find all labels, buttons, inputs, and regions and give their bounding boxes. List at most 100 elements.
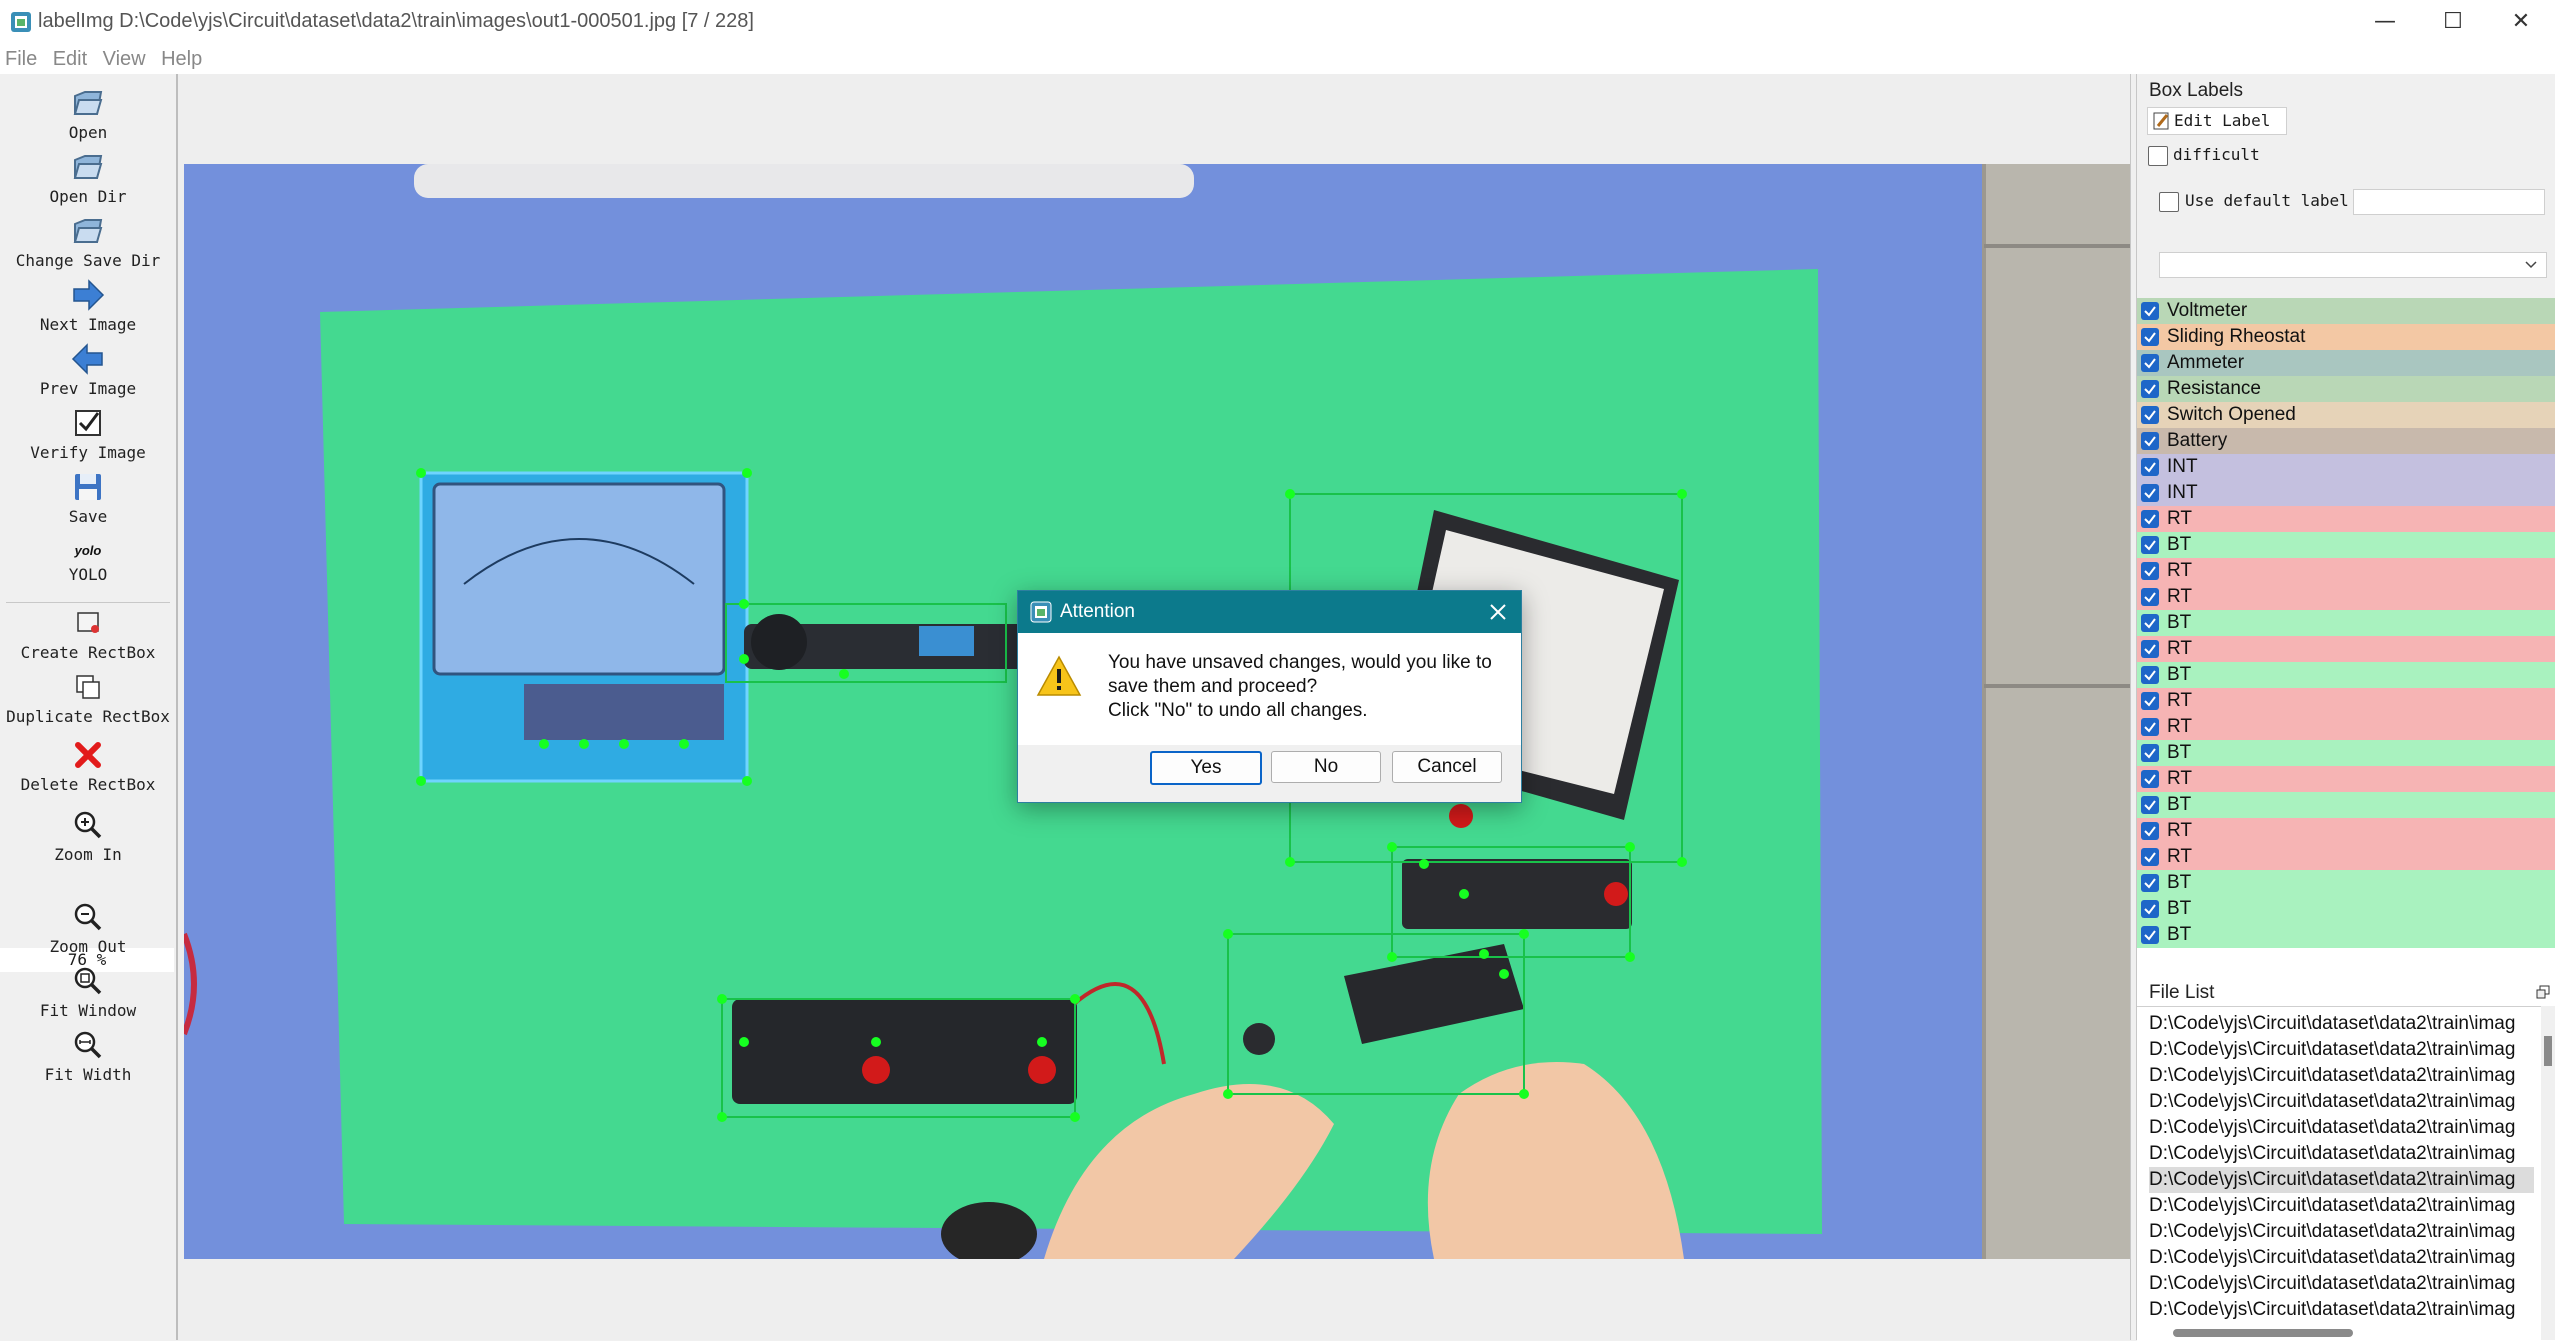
label-list-item[interactable]: BT: [2137, 792, 2555, 818]
zoom-out-button[interactable]: Zoom Out: [0, 900, 176, 956]
fit-width-button[interactable]: Fit Width: [0, 1028, 176, 1084]
cancel-button[interactable]: Cancel: [1392, 751, 1502, 783]
label-list-item[interactable]: RT: [2137, 688, 2555, 714]
duplicate-rectbox-button[interactable]: Duplicate RectBox: [0, 670, 176, 726]
difficult-checkbox[interactable]: [2148, 146, 2168, 166]
difficult-label: difficult: [2173, 145, 2260, 164]
zoom-in-button[interactable]: Zoom In: [0, 808, 176, 864]
file-list-item[interactable]: D:\Code\yjs\Circuit\dataset\data2\train\…: [2149, 1115, 2534, 1141]
checked-checkbox-icon[interactable]: [2141, 484, 2159, 502]
fit-window-button[interactable]: Fit Window: [0, 964, 176, 1020]
checked-checkbox-icon[interactable]: [2141, 822, 2159, 840]
label-list-item[interactable]: Resistance: [2137, 376, 2555, 402]
label-list-item[interactable]: BT: [2137, 922, 2555, 948]
label-list-item[interactable]: Battery: [2137, 428, 2555, 454]
label-list-item[interactable]: BT: [2137, 740, 2555, 766]
checked-checkbox-icon[interactable]: [2141, 510, 2159, 528]
open-dir-button[interactable]: Open Dir: [0, 150, 176, 206]
file-list-item[interactable]: D:\Code\yjs\Circuit\dataset\data2\train\…: [2149, 1193, 2534, 1219]
change-save-dir-button[interactable]: Change Save Dir: [0, 214, 176, 270]
undock-icon[interactable]: [2536, 985, 2550, 999]
checked-checkbox-icon[interactable]: [2141, 328, 2159, 346]
label-list-item[interactable]: Switch Opened: [2137, 402, 2555, 428]
label-list-item[interactable]: Sliding Rheostat: [2137, 324, 2555, 350]
label-list-item[interactable]: Ammeter: [2137, 350, 2555, 376]
checked-checkbox-icon[interactable]: [2141, 406, 2159, 424]
label-list-item[interactable]: Voltmeter: [2137, 298, 2555, 324]
file-list-item[interactable]: D:\Code\yjs\Circuit\dataset\data2\train\…: [2149, 1037, 2534, 1063]
verify-image-button[interactable]: Verify Image: [0, 406, 176, 462]
file-list-item[interactable]: D:\Code\yjs\Circuit\dataset\data2\train\…: [2149, 1089, 2534, 1115]
label-list-item[interactable]: RT: [2137, 584, 2555, 610]
horizontal-scrollbar-thumb[interactable]: [2173, 1329, 2353, 1337]
label-list-item[interactable]: BT: [2137, 532, 2555, 558]
checked-checkbox-icon[interactable]: [2141, 588, 2159, 606]
label-list-item[interactable]: RT: [2137, 766, 2555, 792]
label-list-item[interactable]: BT: [2137, 870, 2555, 896]
checked-checkbox-icon[interactable]: [2141, 302, 2159, 320]
checked-checkbox-icon[interactable]: [2141, 562, 2159, 580]
label-list-item[interactable]: BT: [2137, 896, 2555, 922]
checked-checkbox-icon[interactable]: [2141, 614, 2159, 632]
label-list-item[interactable]: RT: [2137, 558, 2555, 584]
file-list-item[interactable]: D:\Code\yjs\Circuit\dataset\data2\train\…: [2149, 1219, 2534, 1245]
label-list-item-text: BT: [2167, 664, 2192, 685]
yolo-format-button[interactable]: yolo YOLO: [0, 540, 176, 584]
label-list-item[interactable]: RT: [2137, 636, 2555, 662]
checked-checkbox-icon[interactable]: [2141, 380, 2159, 398]
open-button[interactable]: Open: [0, 86, 176, 142]
file-list-item[interactable]: D:\Code\yjs\Circuit\dataset\data2\train\…: [2149, 1245, 2534, 1271]
minimize-button[interactable]: —: [2350, 0, 2420, 44]
maximize-button[interactable]: ☐: [2418, 0, 2488, 44]
checked-checkbox-icon[interactable]: [2141, 536, 2159, 554]
prev-image-button[interactable]: Prev Image: [0, 342, 176, 398]
menu-help[interactable]: Help: [156, 44, 208, 71]
checked-checkbox-icon[interactable]: [2141, 640, 2159, 658]
label-list-item[interactable]: BT: [2137, 662, 2555, 688]
checked-checkbox-icon[interactable]: [2141, 692, 2159, 710]
default-label-input[interactable]: [2353, 189, 2545, 215]
file-list-item[interactable]: D:\Code\yjs\Circuit\dataset\data2\train\…: [2149, 1167, 2534, 1193]
checked-checkbox-icon[interactable]: [2141, 874, 2159, 892]
label-list-item[interactable]: BT: [2137, 610, 2555, 636]
save-button[interactable]: Save: [0, 470, 176, 526]
edit-label-button[interactable]: Edit Label: [2147, 107, 2287, 135]
no-button[interactable]: No: [1271, 751, 1381, 783]
checked-checkbox-icon[interactable]: [2141, 354, 2159, 372]
label-list-item[interactable]: INT: [2137, 480, 2555, 506]
menu-file[interactable]: File: [0, 44, 43, 71]
file-list-scrollbar[interactable]: [2541, 1006, 2555, 1340]
scrollbar-thumb[interactable]: [2544, 1036, 2552, 1066]
label-list-item[interactable]: RT: [2137, 818, 2555, 844]
label-list-item[interactable]: INT: [2137, 454, 2555, 480]
file-list-item[interactable]: D:\Code\yjs\Circuit\dataset\data2\train\…: [2149, 1063, 2534, 1089]
checked-checkbox-icon[interactable]: [2141, 926, 2159, 944]
checked-checkbox-icon[interactable]: [2141, 848, 2159, 866]
file-list-item[interactable]: D:\Code\yjs\Circuit\dataset\data2\train\…: [2149, 1011, 2534, 1037]
use-default-label-checkbox[interactable]: [2159, 192, 2179, 212]
checked-checkbox-icon[interactable]: [2141, 666, 2159, 684]
label-dropdown[interactable]: [2159, 252, 2547, 278]
checked-checkbox-icon[interactable]: [2141, 770, 2159, 788]
checked-checkbox-icon[interactable]: [2141, 432, 2159, 450]
file-list-item[interactable]: D:\Code\yjs\Circuit\dataset\data2\train\…: [2149, 1271, 2534, 1297]
label-list-item[interactable]: RT: [2137, 844, 2555, 870]
checked-checkbox-icon[interactable]: [2141, 796, 2159, 814]
label-list-item[interactable]: RT: [2137, 506, 2555, 532]
checked-checkbox-icon[interactable]: [2141, 458, 2159, 476]
menu-edit[interactable]: Edit: [48, 44, 93, 71]
label-list-item[interactable]: RT: [2137, 714, 2555, 740]
next-image-button[interactable]: Next Image: [0, 278, 176, 334]
create-rectbox-button[interactable]: Create RectBox: [0, 606, 176, 662]
label-list-item-text: RT: [2167, 638, 2192, 659]
checked-checkbox-icon[interactable]: [2141, 900, 2159, 918]
file-list-item[interactable]: D:\Code\yjs\Circuit\dataset\data2\train\…: [2149, 1297, 2534, 1323]
menu-view[interactable]: View: [98, 44, 152, 71]
checked-checkbox-icon[interactable]: [2141, 718, 2159, 736]
close-icon[interactable]: [1489, 603, 1507, 621]
file-list-item[interactable]: D:\Code\yjs\Circuit\dataset\data2\train\…: [2149, 1141, 2534, 1167]
yes-button[interactable]: Yes: [1150, 751, 1262, 785]
close-window-button[interactable]: ✕: [2486, 0, 2555, 44]
checked-checkbox-icon[interactable]: [2141, 744, 2159, 762]
delete-rectbox-button[interactable]: Delete RectBox: [0, 738, 176, 794]
